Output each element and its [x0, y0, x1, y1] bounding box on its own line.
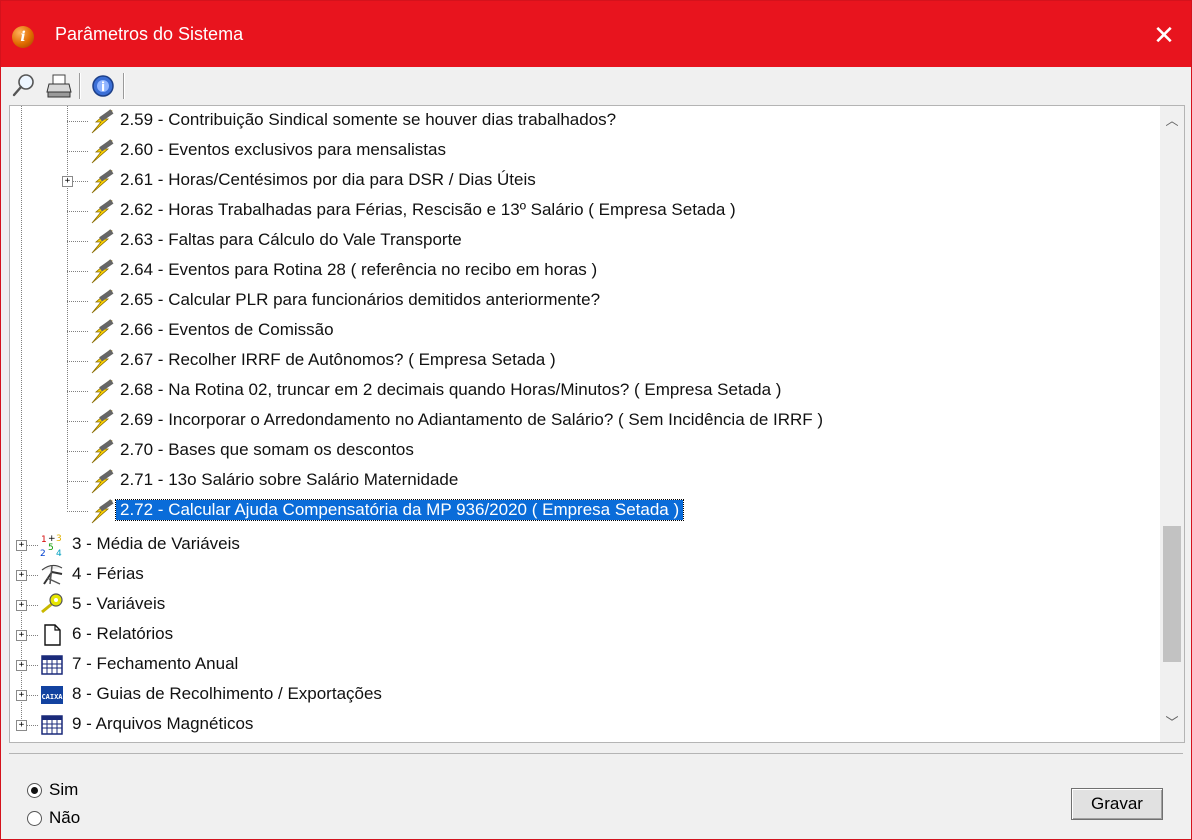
expand-toggle[interactable]: + — [16, 660, 27, 671]
pencil-lightning-icon — [91, 259, 114, 284]
scroll-down-icon[interactable]: ﹀ — [1160, 712, 1184, 736]
pencil-lightning-icon — [91, 499, 114, 524]
vertical-scrollbar[interactable]: ︿ ﹀ — [1160, 106, 1184, 742]
tree-item-2-59[interactable]: 2.59 - Contribuição Sindical somente se … — [10, 106, 1150, 136]
close-button[interactable]: ✕ — [1149, 21, 1179, 51]
tree-item-2-64[interactable]: 2.64 - Eventos para Rotina 28 ( referênc… — [10, 256, 1150, 286]
pencil-lightning-icon — [91, 319, 114, 344]
pencil-lightning-icon — [91, 289, 114, 314]
window-title: Parâmetros do Sistema — [55, 24, 244, 44]
svg-text:CAIXA: CAIXA — [41, 693, 63, 701]
selected-item-label: 2.72 - Calcular Ajuda Compensatória da M… — [114, 499, 685, 521]
svg-text:5: 5 — [48, 543, 54, 553]
pencil-lightning-icon — [91, 139, 114, 164]
pencil-lightning-icon — [91, 229, 114, 254]
numbers-icon: 1 + 3 5 2 4 — [40, 534, 62, 558]
pencil-lightning-icon — [91, 169, 114, 194]
expand-toggle[interactable]: + — [16, 600, 27, 611]
tree-item-2-61[interactable]: + 2.61 - Horas/Centésimos por dia para D… — [10, 166, 1150, 196]
toolbar: i — [1, 67, 1191, 105]
key-icon — [41, 593, 63, 614]
tree-group-6-relatorios[interactable]: + 6 - Relatórios — [10, 620, 1150, 650]
expand-toggle[interactable]: + — [16, 690, 27, 701]
tree-group-8-guias[interactable]: + CAIXA 8 - Guias de Recolhimento / Expo… — [10, 680, 1150, 710]
svg-text:3: 3 — [56, 534, 62, 544]
calendar-icon — [41, 655, 63, 675]
pencil-lightning-icon — [91, 349, 114, 374]
calendar-icon — [41, 715, 63, 735]
tree-item-2-65[interactable]: 2.65 - Calcular PLR para funcionários de… — [10, 286, 1150, 316]
title-bar[interactable]: i Parâmetros do Sistema ✕ — [1, 1, 1191, 67]
tree-group-5-variaveis[interactable]: + 5 - Variáveis — [10, 590, 1150, 620]
pencil-lightning-icon — [91, 439, 114, 464]
tree-item-2-63[interactable]: 2.63 - Faltas para Cálculo do Vale Trans… — [10, 226, 1150, 256]
tree-item-2-72[interactable]: 2.72 - Calcular Ajuda Compensatória da M… — [10, 496, 1150, 526]
beach-chair-icon — [41, 564, 63, 585]
caixa-icon: CAIXA — [41, 686, 63, 704]
expand-toggle[interactable]: + — [16, 720, 27, 731]
document-icon — [44, 624, 61, 646]
radio-button[interactable] — [27, 811, 42, 826]
scrollbar-thumb[interactable] — [1163, 526, 1181, 662]
parameters-tree[interactable]: 2.59 - Contribuição Sindical somente se … — [9, 105, 1185, 743]
pencil-lightning-icon — [91, 469, 114, 494]
search-icon[interactable] — [11, 72, 39, 100]
info-icon[interactable]: i — [89, 72, 117, 100]
radio-button-checked[interactable] — [27, 783, 42, 798]
tree-item-2-68[interactable]: 2.68 - Na Rotina 02, truncar em 2 decima… — [10, 376, 1150, 406]
toolbar-separator — [123, 73, 125, 99]
svg-text:i: i — [101, 80, 105, 94]
toolbar-separator — [79, 73, 81, 99]
tree-item-2-62[interactable]: 2.62 - Horas Trabalhadas para Férias, Re… — [10, 196, 1150, 226]
pencil-lightning-icon — [91, 199, 114, 224]
tree-item-2-71[interactable]: 2.71 - 13o Salário sobre Salário Materni… — [10, 466, 1150, 496]
tree-item-2-70[interactable]: 2.70 - Bases que somam os descontos — [10, 436, 1150, 466]
gravar-button[interactable]: Gravar — [1071, 788, 1163, 820]
expand-toggle[interactable]: + — [16, 570, 27, 581]
tree-item-2-60[interactable]: 2.60 - Eventos exclusivos para mensalist… — [10, 136, 1150, 166]
tree-item-2-69[interactable]: 2.69 - Incorporar o Arredondamento no Ad… — [10, 406, 1150, 436]
tree-group-4-ferias[interactable]: + 4 - Férias — [10, 560, 1150, 590]
tree-group-7-fechamento-anual[interactable]: + 7 - Fechamento Anual — [10, 650, 1150, 680]
expand-toggle[interactable]: + — [16, 630, 27, 641]
scroll-up-icon[interactable]: ︿ — [1160, 110, 1184, 134]
info-app-icon: i — [12, 26, 34, 48]
pencil-lightning-icon — [91, 409, 114, 434]
tree-item-2-66[interactable]: 2.66 - Eventos de Comissão — [10, 316, 1150, 346]
parametros-window: i Parâmetros do Sistema ✕ i 2.59 - Contr… — [0, 0, 1192, 840]
tree-group-3-media-variaveis[interactable]: + 1 + 3 5 2 4 3 - Média de Variáveis — [10, 530, 1150, 560]
printer-icon[interactable] — [45, 72, 73, 100]
pencil-lightning-icon — [91, 109, 114, 134]
pencil-lightning-icon — [91, 379, 114, 404]
svg-text:4: 4 — [56, 549, 62, 558]
tree-item-2-67[interactable]: 2.67 - Recolher IRRF de Autônomos? ( Emp… — [10, 346, 1150, 376]
options-panel: Sim Não Gravar — [9, 753, 1183, 834]
expand-toggle[interactable]: + — [16, 540, 27, 551]
svg-text:1: 1 — [41, 535, 47, 545]
svg-text:2: 2 — [40, 549, 46, 558]
tree-group-9-arquivos-magneticos[interactable]: + 9 - Arquivos Magnéticos — [10, 710, 1150, 740]
expand-toggle[interactable]: + — [62, 176, 73, 187]
